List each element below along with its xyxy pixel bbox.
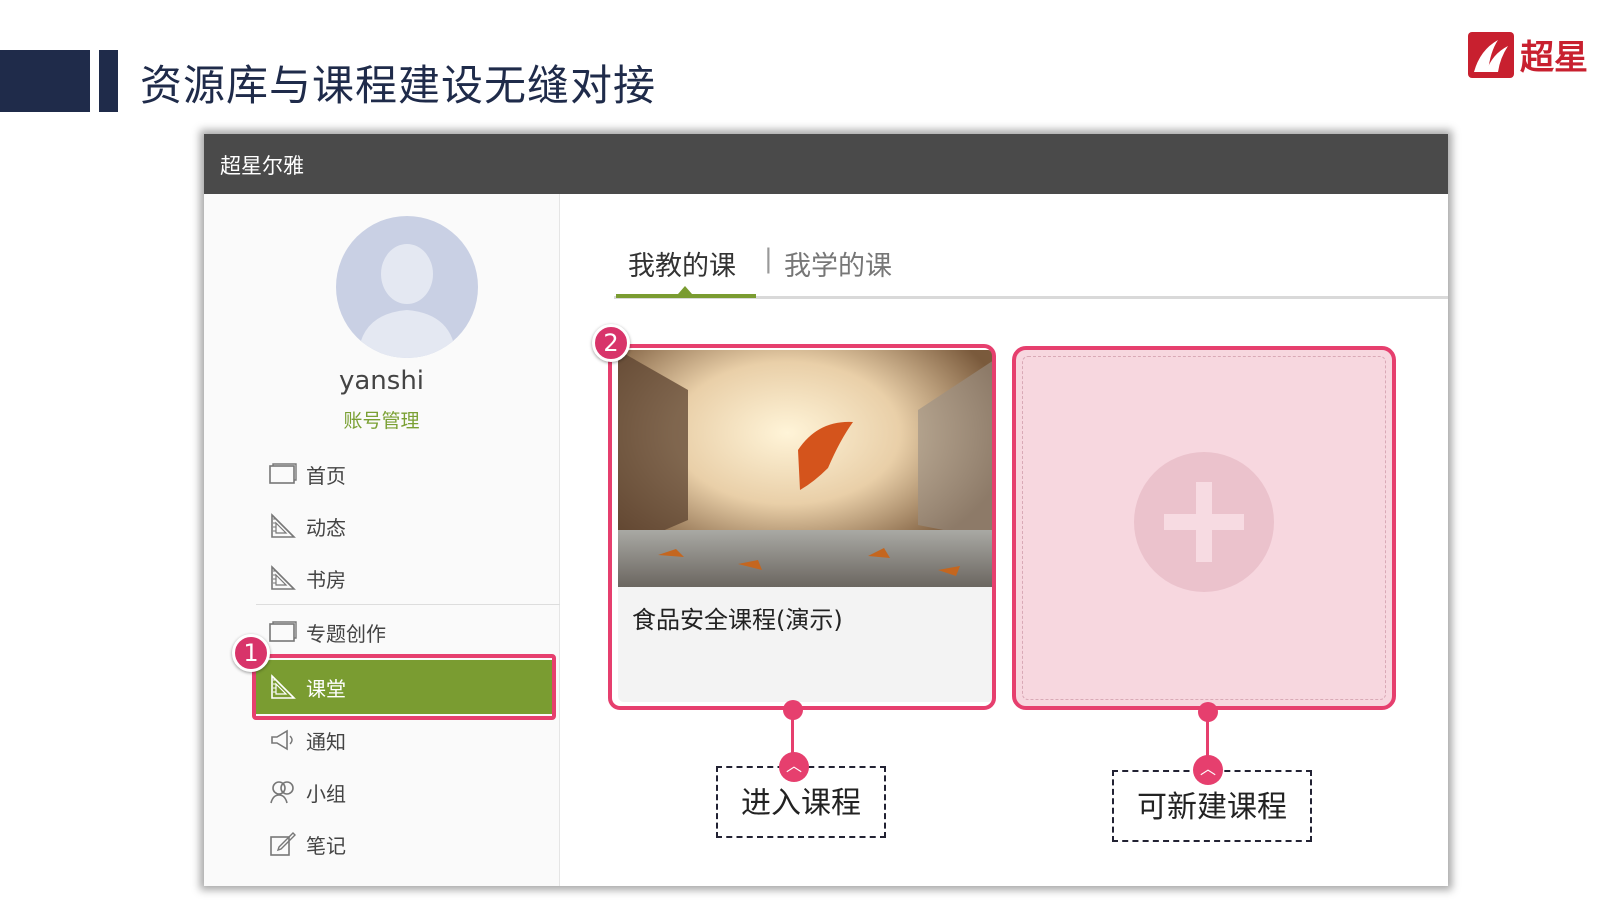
account-management-link[interactable]: 账号管理 bbox=[204, 406, 559, 433]
brand-logo: 超星 bbox=[1468, 30, 1588, 79]
tab-caret-icon bbox=[678, 286, 692, 294]
sidebar-item-label: 动态 bbox=[306, 515, 346, 540]
slide-title: 资源库与课程建设无缝对接 bbox=[140, 61, 657, 110]
classroom-highlight-frame bbox=[252, 654, 556, 720]
add-course-button[interactable] bbox=[1134, 452, 1274, 592]
sidebar: yanshi 账号管理 首页 动态 书房 专题创作 课堂 1 通知 小组 笔记 bbox=[204, 194, 560, 886]
brand-text: 超星 bbox=[1520, 38, 1588, 78]
sidebar-item-label: 通知 bbox=[306, 729, 346, 754]
plus-icon bbox=[1164, 482, 1244, 562]
chevron-up-icon: ︿ bbox=[1193, 755, 1223, 785]
sidebar-item-label: 笔记 bbox=[306, 833, 346, 858]
step-badge-1: 1 bbox=[232, 634, 270, 672]
sidebar-item-home[interactable]: 首页 bbox=[264, 448, 558, 500]
tab-active-indicator bbox=[616, 294, 756, 298]
avatar[interactable] bbox=[336, 216, 478, 358]
username: yanshi bbox=[338, 366, 425, 396]
window-icon bbox=[268, 619, 298, 645]
sidebar-item-label: 小组 bbox=[306, 781, 346, 806]
header-accent-block bbox=[0, 50, 90, 112]
sidebar-divider bbox=[256, 604, 560, 605]
course-tabs: 我教的课 | 我学的课 bbox=[614, 224, 1448, 300]
megaphone-icon bbox=[268, 727, 298, 753]
chevron-up-icon: ︿ bbox=[779, 752, 809, 782]
triangle-ruler-icon bbox=[268, 513, 298, 539]
sidebar-item-notice[interactable]: 通知 bbox=[264, 714, 558, 766]
user-silhouette-icon bbox=[358, 244, 456, 358]
add-course-card[interactable] bbox=[1012, 346, 1396, 710]
sidebar-item-activity[interactable]: 动态 bbox=[264, 500, 558, 552]
users-icon bbox=[268, 779, 298, 805]
sidebar-item-notes[interactable]: 笔记 bbox=[264, 818, 558, 870]
tab-teaching-courses[interactable]: 我教的课 bbox=[628, 244, 736, 283]
window-icon bbox=[268, 461, 298, 487]
tab-learning-courses[interactable]: 我学的课 bbox=[784, 244, 892, 283]
sidebar-item-label: 书房 bbox=[306, 567, 346, 592]
sidebar-item-label: 专题创作 bbox=[306, 621, 386, 646]
brand-mark-icon bbox=[1468, 31, 1514, 78]
window-title: 超星尔雅 bbox=[220, 154, 304, 178]
sidebar-item-label: 首页 bbox=[306, 463, 346, 488]
triangle-ruler-icon bbox=[268, 565, 298, 591]
window-titlebar: 超星尔雅 bbox=[204, 134, 1448, 194]
header-accent-bar bbox=[99, 50, 118, 112]
edit-note-icon bbox=[268, 831, 298, 857]
tab-separator: | bbox=[764, 244, 773, 274]
sidebar-item-topic-creation[interactable]: 专题创作 bbox=[264, 606, 558, 658]
step-badge-2: 2 bbox=[592, 324, 630, 362]
course-card-highlight-frame bbox=[608, 344, 996, 710]
sidebar-item-study[interactable]: 书房 bbox=[264, 552, 558, 604]
sidebar-item-group[interactable]: 小组 bbox=[264, 766, 558, 818]
